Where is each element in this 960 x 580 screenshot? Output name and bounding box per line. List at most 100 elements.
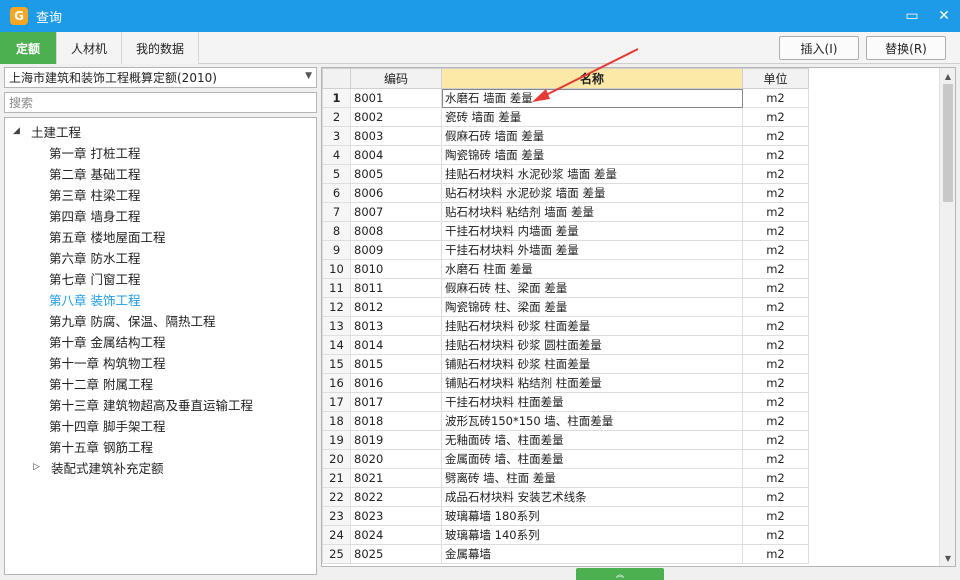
table-row[interactable]: 21 8021 劈离砖 墙、柱面 差量 m2	[322, 468, 809, 488]
table-row[interactable]: 6 8006 贴石材块料 水泥砂浆 墙面 差量 m2	[322, 183, 809, 203]
row-code[interactable]: 8020	[350, 449, 442, 469]
table-row[interactable]: 22 8022 成品石材块料 安装艺术线条 m2	[322, 487, 809, 507]
row-name[interactable]: 金属幕墙	[441, 544, 743, 564]
row-name[interactable]: 无釉面砖 墙、柱面差量	[441, 430, 743, 450]
collapse-triangle-icon[interactable]: ◢	[13, 126, 25, 136]
search-input[interactable]: 搜索	[4, 92, 317, 113]
table-row[interactable]: 19 8019 无釉面砖 墙、柱面差量 m2	[322, 430, 809, 450]
row-name[interactable]: 水磨石 柱面 差量	[441, 259, 743, 279]
tree-node-chapter[interactable]: 第二章 基础工程	[49, 163, 140, 183]
table-row[interactable]: 2 8002 瓷砖 墙面 差量 m2	[322, 107, 809, 127]
insert-button[interactable]: 插入(I)	[779, 36, 859, 60]
row-code[interactable]: 8011	[350, 278, 442, 298]
tree-node-civil[interactable]: ◢ 土建工程	[13, 121, 81, 141]
scroll-down-icon[interactable]: ▼	[940, 550, 956, 566]
expand-panel-icon[interactable]: ︽	[576, 568, 664, 580]
row-name[interactable]: 干挂石材块料 外墙面 差量	[441, 240, 743, 260]
tree-node-chapter[interactable]: 第三章 柱梁工程	[49, 184, 140, 204]
tree-node-chapter[interactable]: 第七章 门窗工程	[49, 268, 140, 288]
scroll-up-icon[interactable]: ▲	[940, 68, 956, 84]
table-row[interactable]: 7 8007 贴石材块料 粘结剂 墙面 差量 m2	[322, 202, 809, 222]
table-row[interactable]: 17 8017 干挂石材块料 柱面差量 m2	[322, 392, 809, 412]
tree-node-chapter-selected[interactable]: 第八章 装饰工程	[49, 289, 140, 309]
row-name[interactable]: 挂贴石材块料 砂浆 柱面差量	[441, 316, 743, 336]
row-name[interactable]: 假麻石砖 柱、梁面 差量	[441, 278, 743, 298]
tree-node-chapter[interactable]: 第十五章 钢筋工程	[49, 436, 153, 456]
row-name[interactable]: 陶瓷锦砖 墙面 差量	[441, 145, 743, 165]
tree-node-chapter[interactable]: 第四章 墙身工程	[49, 205, 140, 225]
tree-node-chapter[interactable]: 第十一章 构筑物工程	[49, 352, 165, 372]
table-row[interactable]: 9 8009 干挂石材块料 外墙面 差量 m2	[322, 240, 809, 260]
row-name[interactable]: 水磨石 墙面 差量	[441, 88, 743, 108]
chevron-down-icon[interactable]: ▼	[305, 71, 312, 81]
row-name[interactable]: 干挂石材块料 柱面差量	[441, 392, 743, 412]
tab-labor-material-machine[interactable]: 人材机	[57, 32, 123, 64]
row-code[interactable]: 8001	[350, 88, 442, 108]
row-name[interactable]: 瓷砖 墙面 差量	[441, 107, 743, 127]
tree-node-prefab[interactable]: ▷ 装配式建筑补充定额	[33, 457, 164, 477]
tab-my-data[interactable]: 我的数据	[122, 32, 200, 64]
row-code[interactable]: 8009	[350, 240, 442, 260]
row-name[interactable]: 玻璃幕墙 180系列	[441, 506, 743, 526]
row-name[interactable]: 贴石材块料 粘结剂 墙面 差量	[441, 202, 743, 222]
row-code[interactable]: 8017	[350, 392, 442, 412]
row-code[interactable]: 8025	[350, 544, 442, 564]
row-name[interactable]: 金属面砖 墙、柱面差量	[441, 449, 743, 469]
row-name[interactable]: 铺贴石材块料 砂浆 柱面差量	[441, 354, 743, 374]
header-unit[interactable]: 单位	[742, 68, 809, 89]
row-name[interactable]: 劈离砖 墙、柱面 差量	[441, 468, 743, 488]
tree-node-chapter[interactable]: 第十四章 脚手架工程	[49, 415, 165, 435]
scrollbar-thumb[interactable]	[943, 84, 953, 202]
table-row[interactable]: 25 8025 金属幕墙 m2	[322, 544, 809, 564]
tree-node-chapter[interactable]: 第一章 打桩工程	[49, 142, 140, 162]
table-row[interactable]: 15 8015 铺贴石材块料 砂浆 柱面差量 m2	[322, 354, 809, 374]
table-row[interactable]: 23 8023 玻璃幕墙 180系列 m2	[322, 506, 809, 526]
row-code[interactable]: 8008	[350, 221, 442, 241]
row-name[interactable]: 陶瓷锦砖 柱、梁面 差量	[441, 297, 743, 317]
tree-node-chapter[interactable]: 第十二章 附属工程	[49, 373, 153, 393]
tab-quota[interactable]: 定额	[0, 32, 58, 64]
vertical-scrollbar[interactable]: ▲ ▼	[939, 68, 955, 566]
table-row[interactable]: 16 8016 铺贴石材块料 粘结剂 柱面差量 m2	[322, 373, 809, 393]
row-name[interactable]: 干挂石材块料 内墙面 差量	[441, 221, 743, 241]
close-button[interactable]: ✕	[928, 0, 960, 32]
tree-node-chapter[interactable]: 第六章 防水工程	[49, 247, 140, 267]
table-row[interactable]: 10 8010 水磨石 柱面 差量 m2	[322, 259, 809, 279]
table-row[interactable]: 8 8008 干挂石材块料 内墙面 差量 m2	[322, 221, 809, 241]
maximize-button[interactable]: ▭	[896, 0, 928, 32]
row-code[interactable]: 8005	[350, 164, 442, 184]
row-name[interactable]: 挂贴石材块料 水泥砂浆 墙面 差量	[441, 164, 743, 184]
row-code[interactable]: 8019	[350, 430, 442, 450]
table-row[interactable]: 1 8001 水磨石 墙面 差量 m2	[322, 88, 809, 108]
row-code[interactable]: 8007	[350, 202, 442, 222]
row-code[interactable]: 8012	[350, 297, 442, 317]
table-row[interactable]: 5 8005 挂贴石材块料 水泥砂浆 墙面 差量 m2	[322, 164, 809, 184]
row-code[interactable]: 8003	[350, 126, 442, 146]
row-code[interactable]: 8021	[350, 468, 442, 488]
row-code[interactable]: 8022	[350, 487, 442, 507]
row-code[interactable]: 8023	[350, 506, 442, 526]
row-code[interactable]: 8002	[350, 107, 442, 127]
row-code[interactable]: 8016	[350, 373, 442, 393]
row-code[interactable]: 8018	[350, 411, 442, 431]
header-name[interactable]: 名称	[441, 68, 743, 89]
row-name[interactable]: 假麻石砖 墙面 差量	[441, 126, 743, 146]
row-name[interactable]: 挂贴石材块料 砂浆 圆柱面差量	[441, 335, 743, 355]
table-row[interactable]: 4 8004 陶瓷锦砖 墙面 差量 m2	[322, 145, 809, 165]
table-row[interactable]: 13 8013 挂贴石材块料 砂浆 柱面差量 m2	[322, 316, 809, 336]
row-code[interactable]: 8015	[350, 354, 442, 374]
row-code[interactable]: 8024	[350, 525, 442, 545]
tree-node-chapter[interactable]: 第十章 金属结构工程	[49, 331, 165, 351]
tree-node-chapter[interactable]: 第十三章 建筑物超高及垂直运输工程	[49, 394, 253, 414]
row-code[interactable]: 8014	[350, 335, 442, 355]
table-row[interactable]: 24 8024 玻璃幕墙 140系列 m2	[322, 525, 809, 545]
row-code[interactable]: 8013	[350, 316, 442, 336]
row-name[interactable]: 成品石材块料 安装艺术线条	[441, 487, 743, 507]
row-code[interactable]: 8006	[350, 183, 442, 203]
row-name[interactable]: 波形瓦砖150*150 墙、柱面差量	[441, 411, 743, 431]
table-row[interactable]: 18 8018 波形瓦砖150*150 墙、柱面差量 m2	[322, 411, 809, 431]
quota-library-select[interactable]: 上海市建筑和装饰工程概算定额(2010) ▼	[4, 67, 317, 88]
row-code[interactable]: 8004	[350, 145, 442, 165]
table-row[interactable]: 3 8003 假麻石砖 墙面 差量 m2	[322, 126, 809, 146]
header-code[interactable]: 编码	[350, 68, 442, 89]
